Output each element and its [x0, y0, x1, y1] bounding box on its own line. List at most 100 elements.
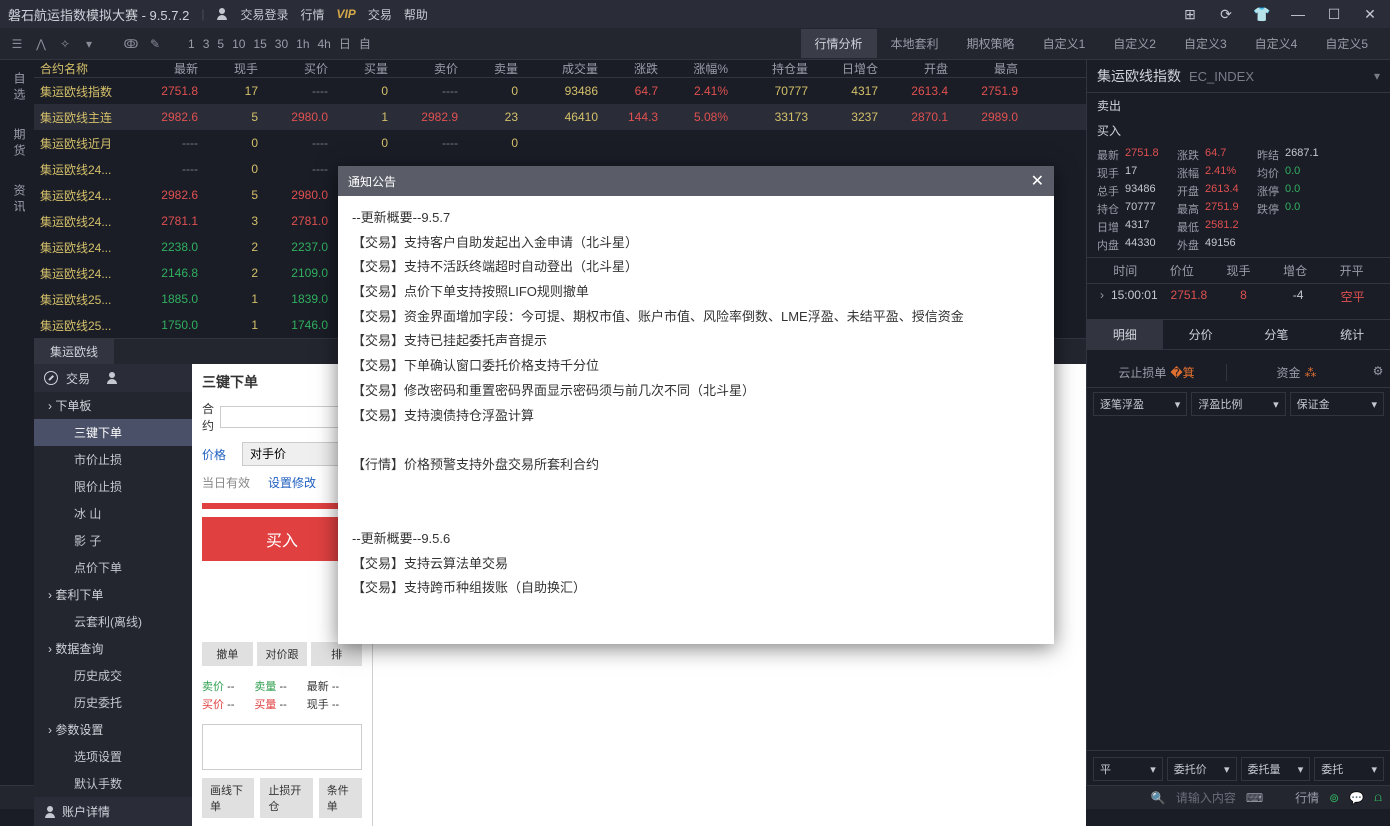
timeframe-30[interactable]: 30 [271, 35, 292, 53]
column-header[interactable]: 最高 [954, 60, 1024, 77]
chevron-down-icon[interactable]: ▾ [1374, 69, 1380, 83]
keyboard-icon[interactable]: ⌨ [1246, 791, 1263, 805]
form-button[interactable]: 排 [311, 642, 362, 666]
column-header[interactable]: 最新 [144, 60, 204, 77]
navtab[interactable]: 自定义2 [1099, 29, 1170, 58]
account-details-button[interactable]: 账户详情 [34, 797, 192, 826]
column-header[interactable]: 持仓量 [734, 60, 814, 77]
minimize-button[interactable]: — [1286, 4, 1310, 24]
dialog-body[interactable]: --更新概要--9.5.7【交易】支持客户自助发起出入金申请（北斗星）【交易】支… [338, 196, 1054, 644]
column-header[interactable]: 涨跌 [604, 60, 664, 77]
tree-item[interactable]: 历史成交 [34, 662, 192, 689]
status-input[interactable]: 请输入内容 [1176, 789, 1236, 806]
candle-icon[interactable]: ↂ [122, 35, 140, 53]
navtab[interactable]: 自定义5 [1311, 29, 1382, 58]
column-header[interactable]: 成交量 [524, 60, 604, 77]
tree-item[interactable]: 三键下单 [34, 419, 192, 446]
tree-group[interactable]: › 参数设置 [34, 716, 192, 743]
gear-icon[interactable]: ⚙ [1366, 364, 1390, 381]
navtab[interactable]: 自定义1 [1029, 29, 1100, 58]
tree-item[interactable]: 默认手数 [34, 770, 192, 797]
col-dropdown[interactable]: 委托▾ [1314, 757, 1384, 781]
chat-icon[interactable]: 💬 [1349, 791, 1364, 805]
column-header[interactable]: 卖量 [464, 60, 524, 77]
timeframe-自[interactable]: 自 [355, 35, 375, 53]
chevron-down-icon[interactable]: ▾ [80, 35, 98, 53]
close-button[interactable]: ✕ [1358, 4, 1382, 24]
cross-icon[interactable]: ✧ [56, 35, 74, 53]
column-header[interactable]: 涨幅% [664, 60, 734, 77]
vtab[interactable]: 期货 [0, 116, 34, 172]
login-link[interactable]: 交易登录 [240, 6, 288, 23]
dialog-header[interactable]: 通知公告 ✕ [338, 166, 1054, 196]
chart-icon[interactable]: ⋀ [32, 35, 50, 53]
column-header[interactable]: 日增仓 [814, 60, 884, 77]
shirt-icon[interactable]: 👕 [1250, 4, 1274, 24]
vtab[interactable]: 自选 [0, 60, 34, 116]
col-dropdown[interactable]: 委托量▾ [1241, 757, 1311, 781]
navtab[interactable]: 期权策略 [953, 29, 1029, 58]
grid-row[interactable]: 集运欧线指数2751.817----0----09348664.72.41%70… [34, 78, 1086, 104]
form-button[interactable]: 对价跟 [257, 642, 308, 666]
menu-help[interactable]: 帮助 [404, 6, 428, 23]
settings-link[interactable]: 设置修改 [268, 474, 316, 491]
detail-tab[interactable]: 统计 [1314, 320, 1390, 349]
cloud-stop-tab[interactable]: 云止损单 [1118, 364, 1166, 381]
timeframe-15[interactable]: 15 [249, 35, 270, 53]
vtab[interactable]: 资讯 [0, 172, 34, 228]
tree-item[interactable]: 历史委托 [34, 689, 192, 716]
pencil-icon[interactable]: ✎ [146, 35, 164, 53]
navtab[interactable]: 自定义4 [1241, 29, 1312, 58]
col-dropdown[interactable]: 平▾ [1093, 757, 1163, 781]
timeframe-10[interactable]: 10 [228, 35, 249, 53]
column-header[interactable]: 买价 [264, 60, 334, 77]
maximize-button[interactable]: ☐ [1322, 4, 1346, 24]
col-dropdown[interactable]: 委托价▾ [1167, 757, 1237, 781]
tree-item[interactable]: 冰 山 [34, 500, 192, 527]
dialog-close-button[interactable]: ✕ [1031, 171, 1044, 191]
line-button[interactable]: 止损开仓 [260, 778, 312, 818]
detail-tab[interactable]: 分笔 [1239, 320, 1315, 349]
filter-dropdown[interactable]: 逐笔浮盈▾ [1093, 392, 1187, 416]
timeframe-4h[interactable]: 4h [314, 35, 335, 53]
tree-item[interactable]: 限价止损 [34, 473, 192, 500]
menu-quotes[interactable]: 行情 [300, 6, 324, 23]
column-header[interactable]: 卖价 [394, 60, 464, 77]
tree-group[interactable]: › 下单板 [34, 392, 192, 419]
grid-row[interactable]: 集运欧线主连2982.652980.012982.92346410144.35.… [34, 104, 1086, 130]
refresh-icon[interactable]: ⟳ [1214, 4, 1238, 24]
funds-tab[interactable]: 资金 [1276, 364, 1300, 381]
tree-group[interactable]: › 数据查询 [34, 635, 192, 662]
form-button[interactable]: 撤单 [202, 642, 253, 666]
column-header[interactable]: 现手 [204, 60, 264, 77]
search-icon[interactable]: 🔍 [1151, 791, 1166, 805]
tree-group[interactable]: › 套利下单 [34, 581, 192, 608]
line-button[interactable]: 画线下单 [202, 778, 254, 818]
menu-trade[interactable]: 交易 [368, 6, 392, 23]
tree-item[interactable]: 点价下单 [34, 554, 192, 581]
tree-item[interactable]: 云套利(离线) [34, 608, 192, 635]
filter-dropdown[interactable]: 保证金▾ [1290, 392, 1384, 416]
line-button[interactable]: 条件单 [319, 778, 362, 818]
timeframe-1[interactable]: 1 [184, 35, 199, 53]
tree-item[interactable]: 选项设置 [34, 743, 192, 770]
detail-tab[interactable]: 明细 [1087, 320, 1163, 349]
column-header[interactable]: 合约名称 [34, 60, 144, 77]
column-header[interactable]: 买量 [334, 60, 394, 77]
navtab[interactable]: 自定义3 [1170, 29, 1241, 58]
person-icon[interactable] [106, 372, 118, 384]
timeframe-1h[interactable]: 1h [292, 35, 313, 53]
grid-row[interactable]: 集运欧线近月----0----0----0 [34, 130, 1086, 156]
timeframe-3[interactable]: 3 [199, 35, 214, 53]
filter-dropdown[interactable]: 浮盈比例▾ [1191, 392, 1285, 416]
layout-icon[interactable]: ⊞ [1178, 4, 1202, 24]
note-input[interactable] [202, 724, 362, 770]
grid-tab[interactable]: 集运欧线 [34, 339, 114, 364]
list-icon[interactable]: ☰ [8, 35, 26, 53]
timeframe-5[interactable]: 5 [213, 35, 228, 53]
navtab[interactable]: 行情分析 [801, 29, 877, 58]
timeframe-日[interactable]: 日 [335, 35, 355, 53]
column-header[interactable]: 开盘 [884, 60, 954, 77]
navtab[interactable]: 本地套利 [877, 29, 953, 58]
detail-tab[interactable]: 分价 [1163, 320, 1239, 349]
